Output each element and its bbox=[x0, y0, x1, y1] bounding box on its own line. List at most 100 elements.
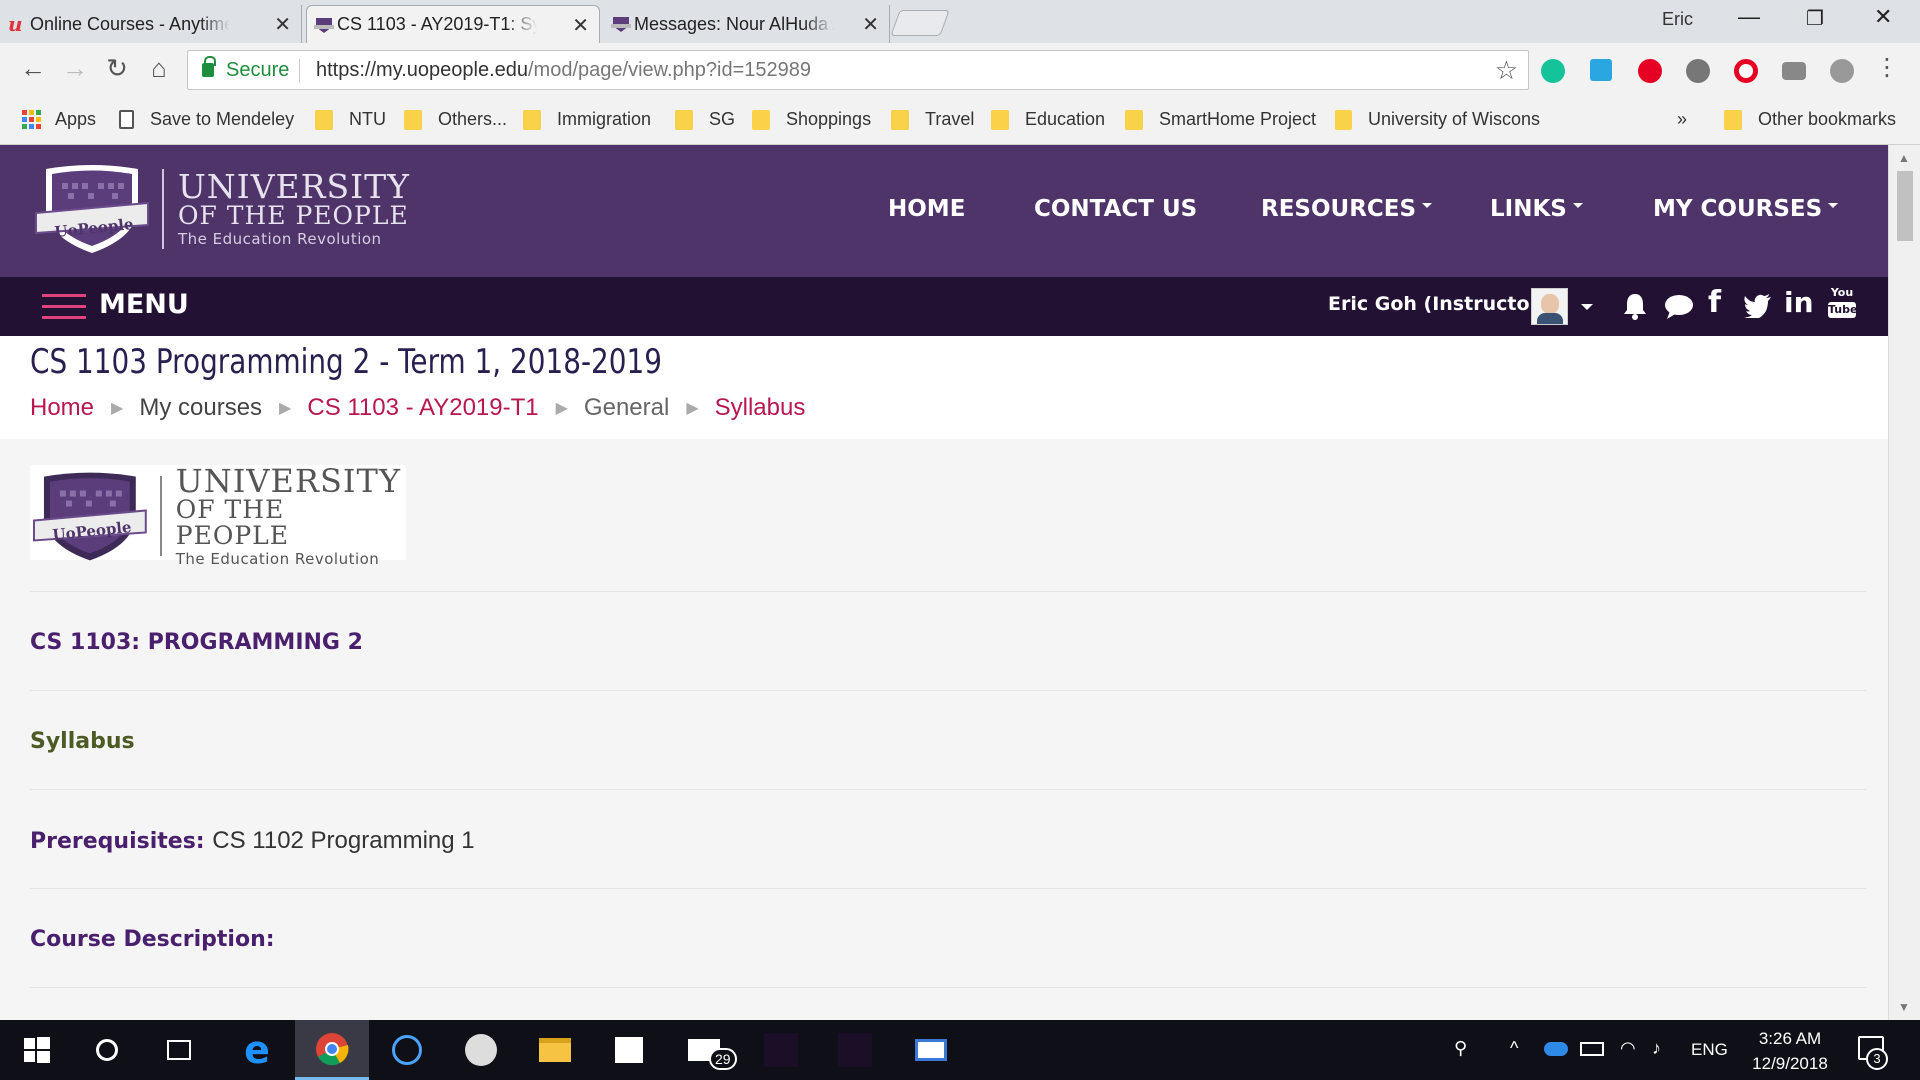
close-tab-icon[interactable]: ✕ bbox=[274, 12, 291, 37]
bookmark-other[interactable]: Other bookmarks bbox=[1724, 109, 1896, 130]
tab-online-courses[interactable]: u Online Courses - Anytime ✕ bbox=[0, 5, 302, 43]
onedrive-icon[interactable] bbox=[1544, 1042, 1568, 1056]
task-view-button[interactable] bbox=[142, 1020, 216, 1080]
language-indicator[interactable]: ENG bbox=[1691, 1040, 1728, 1060]
start-button[interactable] bbox=[0, 1020, 74, 1080]
camera-icon[interactable] bbox=[1782, 62, 1806, 80]
youtube-icon[interactable]: You Tube bbox=[1828, 286, 1858, 318]
minimize-icon[interactable]: — bbox=[1738, 4, 1760, 30]
battery-icon[interactable] bbox=[1580, 1042, 1604, 1056]
people-icon[interactable]: ⚲ bbox=[1454, 1038, 1467, 1059]
grammarly-icon[interactable] bbox=[1541, 59, 1565, 83]
address-bar[interactable]: Secure https://my.uopeople.edu/mod/page/… bbox=[187, 50, 1529, 90]
back-arrow-icon[interactable]: ← bbox=[16, 53, 50, 84]
chevron-up-icon[interactable]: ^ bbox=[1510, 1038, 1518, 1059]
user-name[interactable]: Eric Goh (Instructor) bbox=[1328, 293, 1548, 315]
bookmark-mendeley[interactable]: Save to Mendeley bbox=[119, 109, 294, 130]
breadcrumb-course[interactable]: CS 1103 - AY2019-T1 bbox=[307, 394, 538, 422]
scroll-down-icon[interactable]: ▼ bbox=[1898, 1000, 1910, 1014]
folder-icon bbox=[315, 109, 333, 130]
bookmark-ntu[interactable]: NTU bbox=[315, 109, 386, 130]
nav-contact-us[interactable]: CONTACT US bbox=[1034, 196, 1197, 222]
twitter-icon[interactable] bbox=[1744, 294, 1772, 318]
taskbar-app[interactable] bbox=[818, 1020, 892, 1080]
bell-icon[interactable] bbox=[1622, 292, 1648, 320]
taskbar-file-explorer[interactable] bbox=[518, 1020, 592, 1080]
bookmark-travel[interactable]: Travel bbox=[891, 109, 974, 130]
uopeople-icon bbox=[314, 18, 334, 33]
bookmark-education[interactable]: Education bbox=[991, 109, 1105, 130]
chevron-down-icon[interactable] bbox=[1581, 304, 1593, 310]
menu-label[interactable]: MENU bbox=[99, 289, 189, 320]
volume-icon[interactable]: ♪ bbox=[1652, 1038, 1661, 1059]
youtube-top: You bbox=[1830, 286, 1854, 299]
taskbar-chrome[interactable] bbox=[295, 1020, 369, 1080]
wifi-icon[interactable]: ◠ bbox=[1620, 1038, 1636, 1059]
edge-icon: e bbox=[244, 1028, 270, 1072]
clock[interactable]: 3:26 AM 12/9/2018 bbox=[1745, 1026, 1835, 1076]
home-icon[interactable]: ⌂ bbox=[142, 53, 176, 84]
taskbar-store[interactable] bbox=[592, 1020, 666, 1080]
taskbar-app[interactable] bbox=[744, 1020, 818, 1080]
bookmark-star-icon[interactable]: ☆ bbox=[1495, 55, 1518, 86]
close-window-icon[interactable]: ✕ bbox=[1874, 4, 1892, 30]
bookmark-immigration[interactable]: Immigration bbox=[523, 109, 651, 130]
hamburger-menu-icon[interactable] bbox=[42, 294, 86, 320]
avatar[interactable] bbox=[1531, 288, 1568, 325]
breadcrumb-home[interactable]: Home bbox=[30, 394, 94, 422]
bookmark-apps[interactable]: Apps bbox=[22, 109, 96, 130]
menu-kebab-icon[interactable]: ⋮ bbox=[1870, 53, 1904, 82]
new-tab-button[interactable] bbox=[890, 10, 950, 36]
content-section: CS 1103: PROGRAMMING 2 bbox=[30, 591, 1866, 690]
bookmark-smarthome[interactable]: SmartHome Project bbox=[1125, 109, 1316, 130]
divider bbox=[159, 476, 162, 557]
bookmark-others[interactable]: Others... bbox=[404, 109, 507, 130]
bookmark-label: Save to Mendeley bbox=[150, 109, 295, 129]
taskbar-mail[interactable]: 29 bbox=[667, 1020, 741, 1080]
nav-resources[interactable]: RESOURCES bbox=[1261, 196, 1433, 222]
linkedin-icon[interactable]: in bbox=[1784, 286, 1814, 319]
tab-syllabus[interactable]: CS 1103 - AY2019-T1: Syllabus ✕ bbox=[306, 5, 600, 43]
reload-icon[interactable]: ↻ bbox=[100, 53, 134, 84]
course-description-heading: Course Description: bbox=[30, 927, 275, 952]
chat-icon[interactable] bbox=[1664, 294, 1694, 320]
page-scrollbar[interactable]: ▲ ▼ bbox=[1888, 145, 1920, 1020]
taskbar-app[interactable] bbox=[894, 1020, 968, 1080]
tab-messages[interactable]: Messages: Nour AlHuda A ✕ bbox=[604, 5, 890, 43]
nav-home[interactable]: HOME bbox=[888, 196, 965, 222]
site-logo[interactable]: UoPeople UNIVERSITY OF THE PEOPLE The Ed… bbox=[32, 163, 410, 255]
profile-name[interactable]: Eric bbox=[1662, 9, 1693, 30]
secure-label: Secure bbox=[226, 59, 290, 81]
pinterest-icon[interactable] bbox=[1638, 59, 1662, 83]
search-button[interactable] bbox=[70, 1020, 144, 1080]
app-icon bbox=[915, 1039, 947, 1061]
folder-icon bbox=[991, 109, 1009, 130]
breadcrumb-syllabus[interactable]: Syllabus bbox=[715, 394, 806, 422]
bookmark-shoppings[interactable]: Shoppings bbox=[752, 109, 871, 130]
bookmark-sg[interactable]: SG bbox=[675, 109, 735, 130]
taskbar-app[interactable] bbox=[370, 1020, 444, 1080]
nav-links[interactable]: LINKS bbox=[1490, 196, 1583, 222]
facebook-icon[interactable]: f bbox=[1708, 285, 1721, 320]
close-tab-icon[interactable]: ✕ bbox=[862, 12, 879, 37]
gear-icon[interactable] bbox=[1830, 59, 1854, 83]
forward-arrow-icon[interactable]: → bbox=[58, 53, 92, 84]
nav-my-courses[interactable]: MY COURSES bbox=[1653, 196, 1839, 222]
close-tab-icon[interactable]: ✕ bbox=[572, 13, 589, 38]
browser-toolbar: ← → ↻ ⌂ Secure https://my.uopeople.edu/m… bbox=[0, 43, 1920, 98]
taskbar-app[interactable] bbox=[444, 1020, 518, 1080]
scroll-up-icon[interactable]: ▲ bbox=[1898, 151, 1910, 165]
extension-share-icon[interactable] bbox=[1590, 59, 1612, 81]
extension-circle-icon[interactable] bbox=[1686, 59, 1710, 83]
bookmark-label: SmartHome Project bbox=[1159, 109, 1317, 129]
opera-icon[interactable] bbox=[1734, 59, 1758, 83]
scroll-thumb[interactable] bbox=[1897, 171, 1913, 241]
taskbar-edge[interactable]: e bbox=[220, 1020, 294, 1080]
app-icon bbox=[838, 1033, 872, 1067]
restore-icon[interactable]: ❐ bbox=[1806, 6, 1824, 31]
youtube-bottom: Tube bbox=[1828, 302, 1858, 318]
url-text[interactable]: https://my.uopeople.edu/mod/page/view.ph… bbox=[316, 59, 811, 82]
bookmark-wisconsin[interactable]: University of Wiscons bbox=[1335, 109, 1540, 130]
more-bookmarks-button[interactable]: » bbox=[1677, 109, 1687, 130]
nav-label: LINKS bbox=[1490, 196, 1567, 222]
